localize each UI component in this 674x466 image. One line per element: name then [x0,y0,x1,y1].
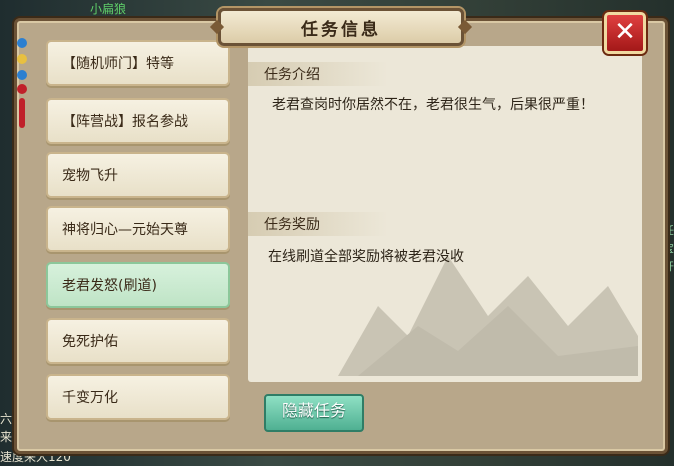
task-detail-panel: 任务介绍 老君查岗时你居然不在，老君很生气，后果很严重！ 任务奖励 在线刷道全部… [248,46,642,382]
close-button[interactable]: ✕ [604,12,646,54]
hide-task-button[interactable]: 隐藏任务 [264,394,364,432]
reward-title: 任务奖励 [248,212,388,236]
task-list: 【随机师门】特等 【阵营战】报名参战 宠物飞升 神将归心—元始天尊 老君发怒(刷… [34,36,238,428]
dialog-title: 任务信息 [218,8,464,46]
player-name-label: 小扁狼 [90,2,127,16]
task-item[interactable]: 千变万化 [46,374,230,420]
task-item[interactable]: 宠物飞升 [46,152,230,198]
intro-title: 任务介绍 [248,62,388,86]
task-item[interactable]: 【阵营战】报名参战 [46,98,230,144]
task-item[interactable]: 免死护佑 [46,318,230,364]
intro-text: 老君查岗时你居然不在，老君很生气，后果很严重！ [272,97,594,113]
task-item[interactable]: 【随机师门】特等 [46,40,230,86]
task-item-selected[interactable]: 老君发怒(刷道) [46,262,230,308]
task-item[interactable]: 神将归心—元始天尊 [46,206,230,252]
reward-text: 在线刷道全部奖励将被老君没收 [268,249,464,265]
hanging-ornament [14,38,30,128]
